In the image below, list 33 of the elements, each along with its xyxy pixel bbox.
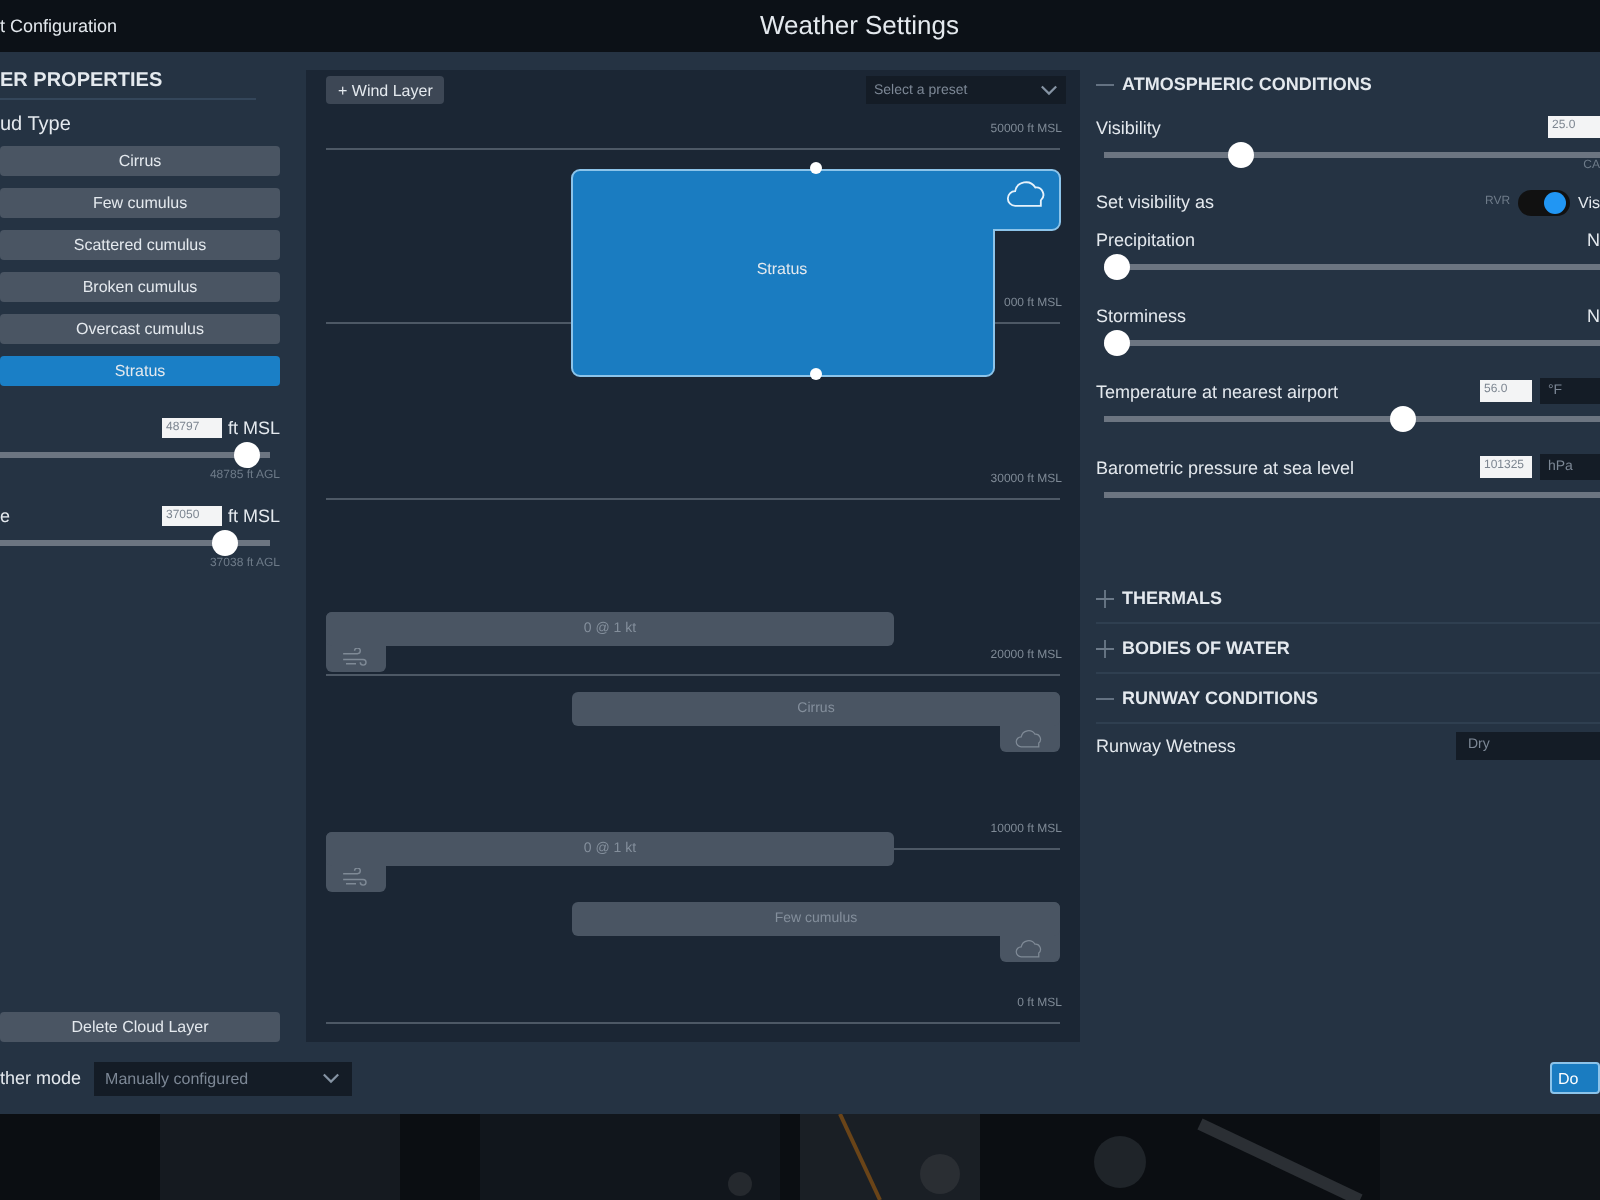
setting-label: Visibility xyxy=(1096,117,1161,137)
cloud-type-button[interactable]: Scattered cumulus xyxy=(0,230,280,260)
field-label: ther mode xyxy=(0,1068,82,1088)
cloud-type-button[interactable]: Broken cumulus xyxy=(0,272,280,302)
add-wind-layer-button[interactable]: + Wind Layer xyxy=(326,76,445,104)
cloud-type-button[interactable]: Overcast cumulus xyxy=(0,314,280,344)
section-heading: BODIES OF WATER xyxy=(1122,638,1290,658)
section-heading: THERMALS xyxy=(1122,588,1222,608)
window-title: Weather Settings xyxy=(760,10,959,40)
done-button[interactable]: Do xyxy=(1550,1062,1600,1094)
mode-dropdown[interactable]: Manually configured xyxy=(93,1061,352,1095)
setting-label: Storminess xyxy=(1096,305,1187,325)
field-label: e xyxy=(0,505,11,525)
layer-label: Stratus xyxy=(754,260,810,278)
section-heading: RUNWAY CONDITIONS xyxy=(1122,688,1319,708)
cloud-type-button[interactable]: Stratus xyxy=(0,356,280,386)
delete-layer-button[interactable]: Delete Cloud Layer xyxy=(0,1012,280,1042)
value-reading: N xyxy=(1587,305,1600,325)
setting-label: Barometric pressure at sea level xyxy=(1096,457,1355,477)
setting-label: Temperature at nearest airport xyxy=(1096,381,1339,401)
cloud-type-button[interactable]: Cirrus xyxy=(0,146,280,176)
section-heading: ER PROPERTIES xyxy=(0,70,256,100)
unit-label: ft MSL xyxy=(227,505,280,525)
breadcrumb-text: t Configuration xyxy=(0,16,118,36)
setting-label: Runway Wetness xyxy=(1096,736,1236,756)
setting-label: Precipitation xyxy=(1096,229,1196,249)
unit-label: ft MSL xyxy=(227,417,280,437)
section-heading: ATMOSPHERIC CONDITIONS xyxy=(1122,74,1372,94)
field-label: ud Type xyxy=(0,114,73,136)
setting-label: Set visibility as xyxy=(1096,192,1215,212)
option-label: Vis xyxy=(1578,193,1600,211)
value-reading: N xyxy=(1587,229,1600,249)
cloud-type-button[interactable]: Few cumulus xyxy=(0,188,280,218)
